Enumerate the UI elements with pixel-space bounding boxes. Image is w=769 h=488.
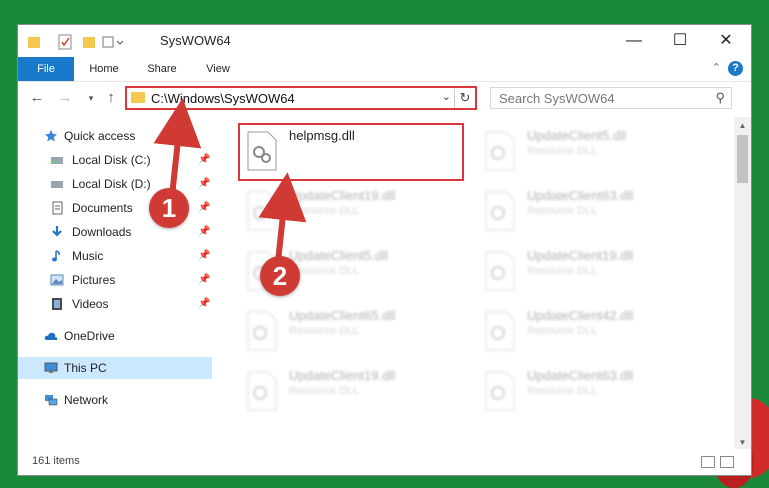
annotation-arrows (153, 98, 307, 263)
step-2-badge: 2 (260, 256, 300, 296)
step-1-badge: 1 (149, 188, 189, 228)
